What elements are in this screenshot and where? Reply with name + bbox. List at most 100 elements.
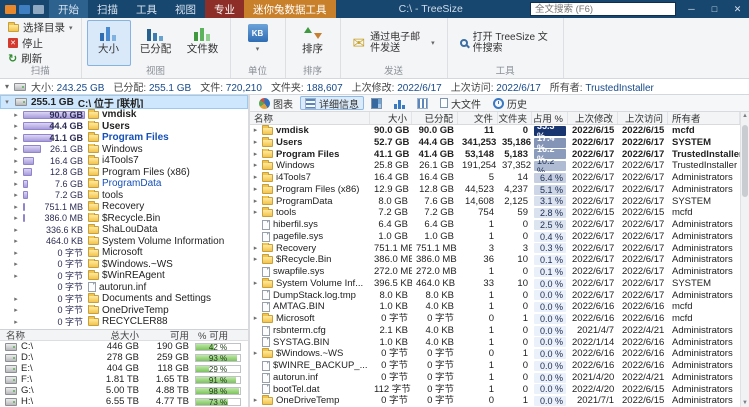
view-mode-allocated-button[interactable]: 已分配 <box>134 20 178 66</box>
column-header[interactable]: 已分配 <box>412 112 458 124</box>
column-header[interactable]: 所有者 <box>668 112 740 124</box>
file-row[interactable]: SYSTAG.BIN 1.0 KB 4.0 KB 1 0 0.0 % 2022/1/14 20… <box>250 337 740 349</box>
column-header[interactable]: 大小 <box>370 112 412 124</box>
expand-icon[interactable]: ▸ <box>12 272 20 280</box>
tree-item[interactable]: ▸ 0 字节 Microsoft <box>0 247 248 259</box>
file-row[interactable]: rsbnterm.cfg 2.1 KB 4.0 KB 1 0 0.0 % 2021/4/7 2… <box>250 325 740 337</box>
expand-icon[interactable]: ▸ <box>252 254 259 266</box>
ribbon-tab[interactable]: 视图 <box>166 0 205 18</box>
column-header[interactable]: 上次修改 <box>568 112 618 124</box>
expand-icon[interactable]: ▸ <box>12 145 20 153</box>
tree-item[interactable]: ▸ 7.6 GB ProgramData <box>0 178 248 190</box>
file-row[interactable]: ▸ ProgramData 8.0 GB 7.6 GB 14,608 2,125 3.1 %… <box>250 195 740 208</box>
history-clock-button[interactable]: 历史 <box>488 96 532 111</box>
file-row[interactable]: ▸ OneDriveTemp 0 字节 0 字节 0 1 0.0 % 2021/7/1 2022… <box>250 395 740 407</box>
collapse-icon[interactable]: ▾ <box>3 98 11 106</box>
large-file-button[interactable]: 大文件 <box>435 96 486 111</box>
chevron-down-icon[interactable]: ▾ <box>5 82 9 91</box>
tree-item[interactable]: ▸ 26.1 GB Windows <box>0 143 248 156</box>
file-row[interactable]: ▸ Program Files (x86) 12.9 GB 12.8 GB 44,523… <box>250 183 740 196</box>
expand-icon[interactable]: ▸ <box>252 137 259 149</box>
file-row[interactable]: ▸ vmdisk 90.0 GB 90.0 GB 11 0 35.3 % 2022/6/15 2… <box>250 125 740 137</box>
ribbon-tab[interactable]: 扫描 <box>88 0 127 18</box>
expand-icon[interactable]: ▸ <box>12 226 20 234</box>
drive-row[interactable]: G:\ 5.00 TB 4.88 TB 98 % <box>0 385 248 396</box>
drive-row[interactable]: D:\ 278 GB 259 GB 93 % <box>0 352 248 363</box>
expand-icon[interactable]: ▸ <box>12 237 20 245</box>
expand-icon[interactable]: ▸ <box>252 395 259 407</box>
file-row[interactable]: hiberfil.sys 6.4 GB 6.4 GB 1 0 2.5 % 2022/6/17… <box>250 219 740 231</box>
expand-icon[interactable]: ▸ <box>252 278 259 290</box>
details-list-button[interactable]: 详细信息 <box>300 96 364 111</box>
file-row[interactable]: swapfile.sys 272.0 MB 272.0 MB 1 0 0.1 % 2022/… <box>250 266 740 278</box>
columns-button[interactable] <box>412 96 433 110</box>
column-header[interactable]: 占用 % <box>532 112 568 124</box>
refresh-button[interactable]: ↻ 刷新 <box>5 51 76 66</box>
file-row[interactable]: bootTel.dat 112 字节 0 字节 1 0 0.0 % 2022/4/20 202… <box>250 384 740 396</box>
expand-icon[interactable]: ▸ <box>12 134 20 142</box>
tree-item[interactable]: ▸ 7.2 GB tools <box>0 189 248 202</box>
drive-row[interactable]: F:\ 1.81 TB 1.65 TB 91 % <box>0 374 248 385</box>
tree-item[interactable]: ▸ 12.8 GB Program Files (x86) <box>0 166 248 179</box>
close-button[interactable]: ✕ <box>726 0 749 18</box>
file-row[interactable]: ▸ $Windows.~WS 0 字节 0 字节 0 1 0.0 % 2022/6/16 202… <box>250 348 740 360</box>
expand-icon[interactable]: ▸ <box>252 160 259 172</box>
expand-icon[interactable]: ▸ <box>252 348 259 360</box>
tree-item[interactable]: ▸ 16.4 GB i4Tools7 <box>0 155 248 167</box>
file-row[interactable]: AMTAG.BIN 1.0 KB 4.0 KB 1 0 0.0 % 2022/6/16 202… <box>250 301 740 313</box>
file-row[interactable]: DumpStack.log.tmp 8.0 KB 8.0 KB 1 0 0.0 % 2022… <box>250 290 740 302</box>
view-mode-filecount-button[interactable]: 文件数 <box>181 20 225 66</box>
expand-icon[interactable]: ▸ <box>12 122 20 130</box>
file-row[interactable]: ▸ Microsoft 0 字节 0 字节 0 1 0.0 % 2022/6/16 2022/6… <box>250 313 740 325</box>
drive-column-header[interactable]: % 可用 <box>195 330 245 342</box>
tree-item[interactable]: ▸ 41.1 GB Program Files <box>0 132 248 144</box>
view-mode-size-button[interactable]: 大小 <box>86 20 131 66</box>
column-header[interactable]: 文件 <box>458 112 498 124</box>
ribbon-tab[interactable]: 工具 <box>127 0 166 18</box>
drive-row[interactable]: C:\ 446 GB 190 GB 42 % <box>0 341 248 352</box>
expand-icon[interactable]: ▸ <box>12 203 20 211</box>
expand-icon[interactable]: ▸ <box>12 306 20 314</box>
file-row[interactable]: ▸ Recovery 751.1 MB 751.1 MB 3 3 0.3 % 2022/6/1… <box>250 242 740 255</box>
column-header[interactable]: 上次访问 <box>618 112 668 124</box>
bar-chart-button[interactable] <box>389 96 410 110</box>
drive-row[interactable]: H:\ 6.55 TB 4.77 TB 73 % <box>0 396 248 407</box>
treemap-button[interactable] <box>366 96 387 110</box>
tab-pro[interactable]: 专业 <box>205 0 244 18</box>
open-file-search-button[interactable]: 打开 TreeSize 文件搜索 <box>453 20 558 66</box>
expand-icon[interactable]: ▸ <box>12 295 20 303</box>
tree-item[interactable]: ▸ 0 字节 Documents and Settings <box>0 293 248 305</box>
tree-item[interactable]: ▸ 0 字节 $WinREAgent <box>0 270 248 282</box>
column-header[interactable]: 文件夹 <box>498 112 532 124</box>
expand-icon[interactable]: ▸ <box>12 157 20 165</box>
tree-item[interactable]: ▸ 464.0 KB System Volume Information <box>0 235 248 248</box>
expand-icon[interactable]: ▸ <box>252 172 259 184</box>
tree-item[interactable]: ▸ 90.0 GB vmdisk <box>0 109 248 121</box>
file-row[interactable]: pagefile.sys 1.0 GB 1.0 GB 1 0 0.4 % 2022/6/17… <box>250 231 740 243</box>
expand-icon[interactable]: ▸ <box>12 111 20 119</box>
sort-button[interactable]: 排序 <box>291 20 335 66</box>
expand-icon[interactable]: ▸ <box>12 180 20 188</box>
tree-item[interactable]: ▸ 386.0 MB $Recycle.Bin <box>0 212 248 225</box>
file-row[interactable]: ▸ i4Tools7 16.4 GB 16.4 GB 5 14 6.4 % 2022/6/17… <box>250 172 740 184</box>
scroll-up-icon[interactable]: ▲ <box>741 113 749 119</box>
file-row[interactable]: ▸ Users 52.7 GB 44.4 GB 341,253 35,186 17.4 % 2… <box>250 137 740 149</box>
tab-contextual[interactable]: 迷你兔数据工具 <box>244 0 336 18</box>
file-row[interactable]: ▸ tools 7.2 GB 7.2 GB 754 59 2.8 % 2022/6/15 202… <box>250 207 740 219</box>
expand-icon[interactable]: ▸ <box>12 168 20 176</box>
stop-button[interactable]: ✕ 停止 <box>5 36 76 51</box>
fulltext-search-input[interactable] <box>530 2 676 16</box>
expand-icon[interactable]: ▸ <box>252 184 259 196</box>
vertical-scrollbar[interactable]: ▲ ▼ <box>740 112 749 407</box>
tree-root-row[interactable]: ▾ 255.1 GB C:\ 位于 [联机] <box>0 95 248 109</box>
expand-icon[interactable]: ▸ <box>252 313 259 325</box>
scrollbar-thumb[interactable] <box>742 125 748 197</box>
drive-row[interactable]: E:\ 404 GB 118 GB 29 % <box>0 363 248 374</box>
expand-icon[interactable]: ▸ <box>12 191 20 199</box>
quick-access-icon-1[interactable] <box>19 4 30 14</box>
send-email-button[interactable]: ✉ 通过电子邮件发送 ▾ <box>346 20 442 66</box>
tree-item[interactable]: ▸ 0 字节 OneDriveTemp <box>0 304 248 317</box>
scroll-down-icon[interactable]: ▼ <box>741 400 749 406</box>
file-row[interactable]: ▸ $Recycle.Bin 386.0 MB 386.0 MB 36 10 0.1 % 20… <box>250 254 740 266</box>
unit-button[interactable]: KB ▾ <box>236 20 280 66</box>
